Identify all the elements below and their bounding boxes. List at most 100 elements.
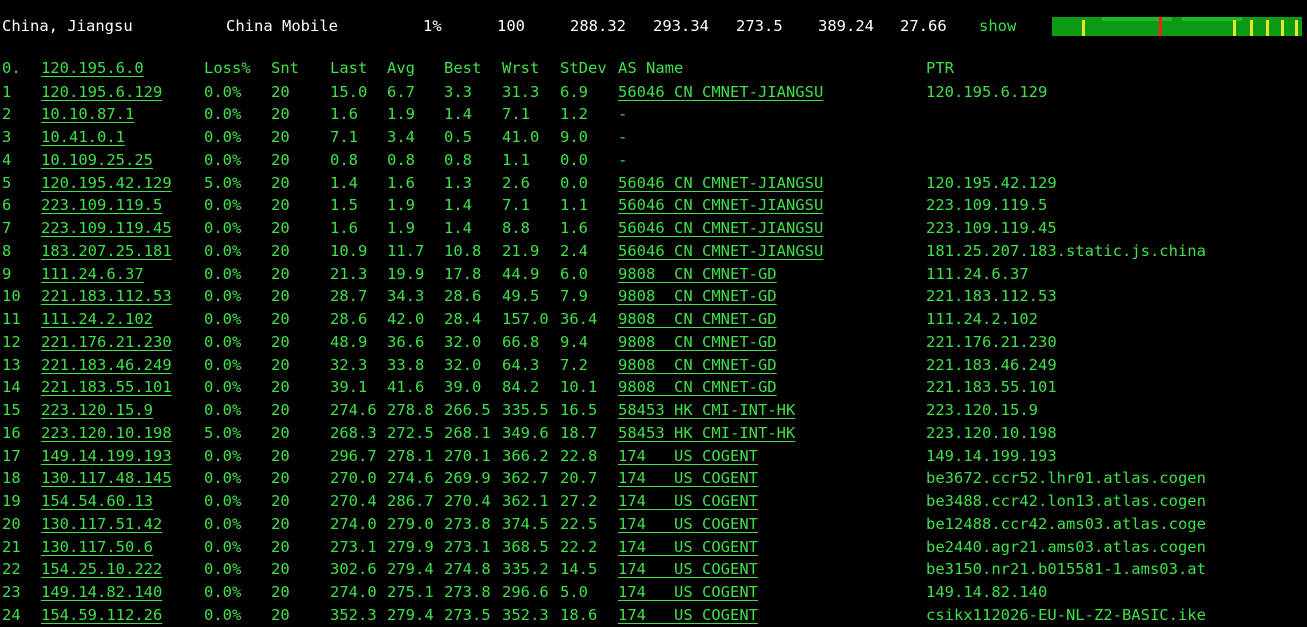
hop-host-link[interactable]: 221.183.46.249 xyxy=(41,354,172,377)
hop-avg: 3.4 xyxy=(387,128,415,146)
hop-host-link[interactable]: 10.41.0.1 xyxy=(41,126,125,149)
table-row: 23 149.14.82.140 0.0% 20 274.0 275.1 273.8 296.… xyxy=(0,581,1307,604)
hop-host-link[interactable]: 223.109.119.5 xyxy=(41,194,162,217)
hop-host-link[interactable]: 120.195.6.129 xyxy=(41,81,162,104)
hop-host-link[interactable]: 223.120.10.198 xyxy=(41,422,172,445)
hop-as-link[interactable]: 9808 CN CMNET-GD xyxy=(618,331,777,354)
hop-ptr: 223.109.119.45 xyxy=(926,219,1057,237)
show-link[interactable]: show xyxy=(979,17,1016,35)
hop-as-link[interactable]: 174 US COGENT xyxy=(618,604,758,627)
hop-worst: 362.7 xyxy=(502,469,549,488)
hop-sent: 20 xyxy=(271,423,290,442)
hop-best: 273.1 xyxy=(444,537,491,556)
hop-host-link[interactable]: 149.14.199.193 xyxy=(41,445,172,468)
hop-host-link[interactable]: 130.117.50.6 xyxy=(41,536,153,559)
hop-best: 3.3 xyxy=(444,82,472,101)
hop-host-link[interactable]: 221.176.21.230 xyxy=(41,331,172,354)
table-row: 10 221.183.112.53 0.0% 20 28.7 34.3 28.6 49.5 7.… xyxy=(0,285,1307,308)
hop-host-link[interactable]: 223.109.119.45 xyxy=(41,217,172,240)
hop-best: 268.1 xyxy=(444,423,491,442)
hop-worst: 1.1 xyxy=(502,150,530,169)
hop-number: 22 xyxy=(2,560,21,579)
hop-host-link[interactable]: 130.117.48.145 xyxy=(41,467,172,490)
hop-as-link[interactable]: 9808 CN CMNET-GD xyxy=(618,354,777,377)
hop-loss: 0.0% xyxy=(204,196,242,215)
hop-avg: 279.4 xyxy=(387,605,434,624)
hop-best: 17.8 xyxy=(444,264,482,283)
hop-stdev: 22.2 xyxy=(560,537,598,556)
hop-best: 274.8 xyxy=(444,560,491,579)
hop-host-link[interactable]: 111.24.2.102 xyxy=(41,308,153,331)
hop-as-link[interactable]: 174 US COGENT xyxy=(618,536,758,559)
hop-as-link[interactable]: 9808 CN CMNET-GD xyxy=(618,376,777,399)
hop-as-link[interactable]: 56046 CN CMNET-JIANGSU xyxy=(618,240,823,263)
hop-loss: 0.0% xyxy=(204,446,242,465)
hop-last: 1.6 xyxy=(330,219,358,237)
hop-sent: 20 xyxy=(271,378,290,397)
hop-host-link[interactable]: 183.207.25.181 xyxy=(41,240,172,263)
hop-as-link[interactable]: 9808 CN CMNET-GD xyxy=(618,263,777,286)
hop-host-link[interactable]: 223.120.15.9 xyxy=(41,399,153,422)
hop-worst: 21.9 xyxy=(502,241,540,260)
hop-host-link[interactable]: 154.59.112.26 xyxy=(41,604,162,627)
hop-host-link[interactable]: 154.25.10.222 xyxy=(41,558,162,581)
hop-ptr: 223.120.15.9 xyxy=(926,401,1038,419)
summary-last: 288.32 xyxy=(570,17,626,35)
header-host[interactable]: 120.195.6.0 xyxy=(41,57,144,80)
hop-host-link[interactable]: 221.183.55.101 xyxy=(41,376,172,399)
summary-worst: 389.24 xyxy=(818,17,874,35)
header-snt: Snt xyxy=(271,59,299,77)
hop-as-link[interactable]: 174 US COGENT xyxy=(618,558,758,581)
hop-host-link[interactable]: 149.14.82.140 xyxy=(41,581,162,604)
hop-as-link[interactable]: 56046 CN CMNET-JIANGSU xyxy=(618,172,823,195)
hop-as-link[interactable]: 174 US COGENT xyxy=(618,467,758,490)
hop-worst: 2.6 xyxy=(502,173,530,192)
hop-as-link[interactable]: 9808 CN CMNET-GD xyxy=(618,285,777,308)
hop-number: 19 xyxy=(2,492,21,510)
hop-sent: 20 xyxy=(271,469,290,488)
hop-ptr: be2440.agr21.ams03.atlas.cogen xyxy=(926,537,1206,556)
hop-as-link[interactable]: 58453 HK CMI-INT-HK xyxy=(618,399,795,422)
hop-as-link[interactable]: 174 US COGENT xyxy=(618,445,758,468)
hop-last: 273.1 xyxy=(330,537,377,556)
hop-host-link[interactable]: 221.183.112.53 xyxy=(41,285,172,308)
hop-host-link[interactable]: 154.54.60.13 xyxy=(41,490,153,513)
hop-loss: 0.0% xyxy=(204,537,242,556)
hop-as-link[interactable]: 9808 CN CMNET-GD xyxy=(618,308,777,331)
hop-as-link[interactable]: 174 US COGENT xyxy=(618,513,758,536)
table-row: 12 221.176.21.230 0.0% 20 48.9 36.6 32.0 66.8 9.… xyxy=(0,331,1307,354)
hop-as-link[interactable]: 58453 HK CMI-INT-HK xyxy=(618,422,795,445)
summary-loss: 1% xyxy=(423,17,442,35)
hop-sent: 20 xyxy=(271,173,290,192)
header-ptr: PTR xyxy=(926,59,954,77)
hop-loss: 0.0% xyxy=(204,492,242,510)
hop-host-link[interactable]: 111.24.6.37 xyxy=(41,263,144,286)
header-wrst: Wrst xyxy=(502,59,540,77)
hop-worst: 8.8 xyxy=(502,219,530,237)
hop-best: 0.8 xyxy=(444,150,472,169)
hop-sent: 20 xyxy=(271,355,290,374)
hop-avg: 11.7 xyxy=(387,241,425,260)
hop-as-link[interactable]: 56046 CN CMNET-JIANGSU xyxy=(618,81,823,104)
table-row: 20 130.117.51.42 0.0% 20 274.0 279.0 273.8 374.… xyxy=(0,513,1307,536)
hop-number: 24 xyxy=(2,605,21,624)
hop-as-link[interactable]: 174 US COGENT xyxy=(618,490,758,513)
hop-last: 21.3 xyxy=(330,264,368,283)
hop-host-link[interactable]: 10.10.87.1 xyxy=(41,103,134,126)
hop-as-link[interactable]: 174 US COGENT xyxy=(618,581,758,604)
hop-as-link[interactable]: 56046 CN CMNET-JIANGSU xyxy=(618,217,823,240)
hop-last: 0.8 xyxy=(330,150,358,169)
hop-host-link[interactable]: 130.117.51.42 xyxy=(41,513,162,536)
header-hop: 0. xyxy=(2,59,21,77)
hop-worst: 64.3 xyxy=(502,355,540,374)
hop-loss: 0.0% xyxy=(204,332,242,351)
hop-stdev: 6.0 xyxy=(560,264,588,283)
hop-last: 296.7 xyxy=(330,446,377,465)
table-row: 2 10.10.87.1 0.0% 20 1.6 1.9 1.4 7.1 1.2 - xyxy=(0,103,1307,126)
hop-host-link[interactable]: 120.195.42.129 xyxy=(41,172,172,195)
hop-worst: 374.5 xyxy=(502,514,549,533)
hop-loss: 5.0% xyxy=(204,173,242,192)
hop-host-link[interactable]: 10.109.25.25 xyxy=(41,149,153,172)
hop-as-link[interactable]: 56046 CN CMNET-JIANGSU xyxy=(618,194,823,217)
hop-last: 270.0 xyxy=(330,469,377,488)
